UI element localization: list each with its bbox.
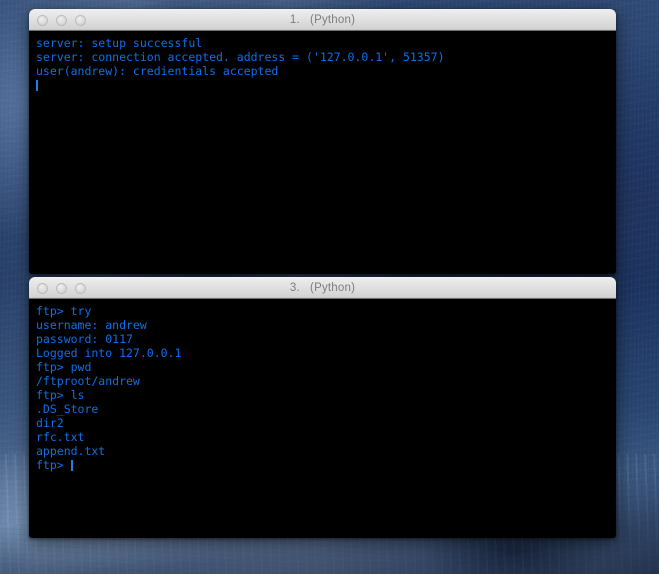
window-title-2: 3. (Python) [289, 282, 356, 294]
terminal-line: append.txt [36, 444, 106, 458]
terminal-prompt-line-1 [29, 78, 616, 92]
terminal-line: ftp> try [36, 304, 92, 318]
terminal-line: user(andrew): credientials accepted [36, 64, 279, 78]
minimize-button[interactable] [56, 14, 67, 26]
terminal-line: Logged into 127.0.0.1 [36, 346, 182, 360]
terminal-line: ftp> ls [36, 388, 85, 402]
traffic-lights-window-2 [37, 278, 86, 298]
terminal-line: rfc.txt [36, 430, 85, 444]
text-cursor [36, 80, 38, 91]
close-button[interactable] [37, 282, 48, 294]
minimize-button[interactable] [56, 282, 67, 294]
terminal-output-window-2[interactable]: ftp> try username: andrew password: 0117… [29, 299, 616, 538]
zoom-button[interactable] [75, 14, 86, 26]
zoom-button[interactable] [75, 282, 86, 294]
terminal-output-window-1[interactable]: server: setup successful server: connect… [29, 31, 616, 274]
close-button[interactable] [37, 14, 48, 26]
terminal-line: server: connection accepted. address = (… [36, 50, 445, 64]
terminal-line: ftp> pwd [36, 360, 92, 374]
terminal-line: .DS_Store [36, 402, 99, 416]
titlebar-window-1[interactable]: 1. (Python) [29, 9, 616, 31]
titlebar-window-2[interactable]: 3. (Python) [29, 277, 616, 299]
traffic-lights-window-1 [37, 10, 86, 30]
prompt-text: ftp> [36, 458, 71, 472]
terminal-line: dir2 [36, 416, 64, 430]
terminal-line: server: setup successful [36, 36, 203, 50]
terminal-line: password: 0117 [36, 332, 133, 346]
terminal-window-1[interactable]: 1. (Python) server: setup successful ser… [29, 9, 616, 274]
window-title-1: 1. (Python) [289, 14, 356, 26]
text-cursor [70, 460, 73, 471]
terminal-prompt-line-2: ftp> [29, 458, 616, 472]
terminal-window-2[interactable]: 3. (Python) ftp> try username: andrew pa… [29, 277, 616, 538]
terminal-line: username: andrew [36, 318, 147, 332]
terminal-line: /ftproot/andrew [36, 374, 140, 388]
